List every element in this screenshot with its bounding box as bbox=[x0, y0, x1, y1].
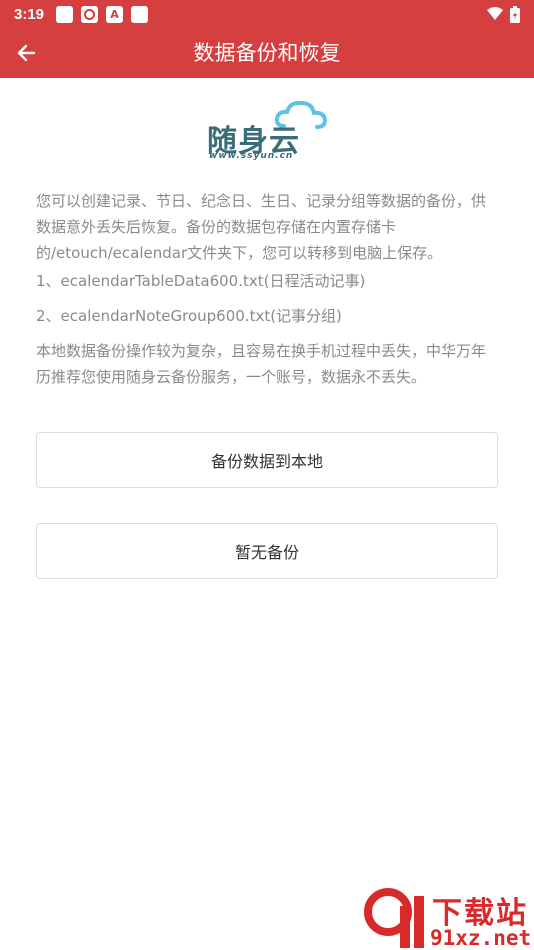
status-right bbox=[486, 5, 520, 23]
no-backup-button[interactable]: 暂无备份 bbox=[36, 523, 498, 579]
watermark: 下载站 91xz.net bbox=[360, 886, 534, 950]
notification-sync-icon bbox=[81, 5, 99, 23]
status-time: 3:19 bbox=[14, 5, 45, 23]
recommend-note: 本地数据备份操作较为复杂，且容易在换手机过程中丢失，中华万年历推荐您使用随身云备… bbox=[36, 342, 487, 386]
backup-local-button[interactable]: 备份数据到本地 bbox=[36, 432, 498, 488]
notification-app-icon bbox=[56, 5, 74, 23]
status-bar: 3:19 A bbox=[0, 0, 534, 28]
notification-app2-icon bbox=[131, 5, 149, 23]
watermark-url: 91xz.net bbox=[430, 926, 532, 950]
intro-text: 您可以创建记录、节日、纪念日、生日、记录分组等数据的备份，供数据意外丢失后恢复。… bbox=[36, 192, 487, 262]
watermark-logo-icon bbox=[364, 888, 424, 948]
wifi-icon bbox=[487, 7, 503, 20]
app-bar: 数据备份和恢复 bbox=[0, 28, 534, 78]
page-title: 数据备份和恢复 bbox=[193, 41, 341, 65]
file-item-1: 1、ecalendarTableData600.txt(日程活动记事) bbox=[36, 272, 366, 290]
battery-icon bbox=[510, 5, 520, 23]
file-item-2: 2、ecalendarNoteGroup600.txt(记事分组) bbox=[36, 307, 342, 325]
ssyun-logo: 随身云 www.ssyun.cn bbox=[204, 100, 328, 164]
logo-url: www.ssyun.cn bbox=[209, 151, 294, 161]
notification-icons: A bbox=[56, 5, 156, 23]
notification-a-icon: A bbox=[106, 5, 124, 23]
